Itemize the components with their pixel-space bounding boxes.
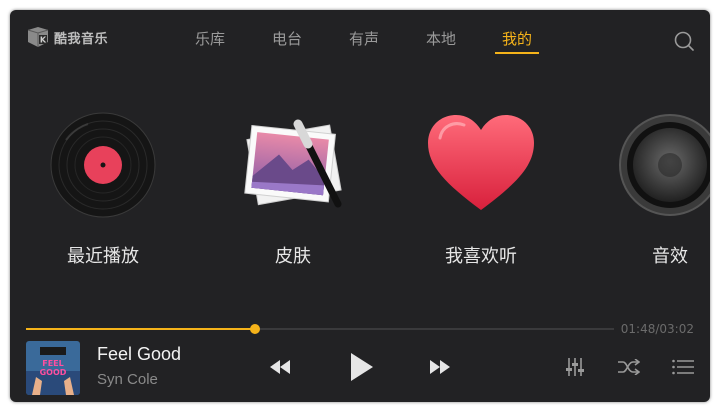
equalizer-icon[interactable] — [565, 358, 585, 376]
tile-label-sound-effects: 音效 — [652, 246, 688, 267]
song-artist: Syn Cole — [97, 371, 158, 388]
next-icon[interactable] — [430, 360, 450, 374]
tab-library[interactable]: 乐库 — [187, 28, 233, 49]
playback-time: 01:48/03:02 — [620, 322, 694, 336]
tab-local[interactable]: 本地 — [418, 28, 464, 49]
svg-text:GOOD: GOOD — [40, 368, 67, 377]
heart-icon — [428, 115, 534, 210]
shuffle-icon[interactable] — [618, 359, 640, 375]
app-window: K 酷我音乐 乐库 电台 有声 本地 我的 最近播放 皮肤 我喜欢听 音效 01… — [10, 10, 710, 402]
tile-sound-effects[interactable]: 音效 — [595, 110, 710, 268]
skin-photo-brush-icon — [244, 119, 342, 208]
top-nav-tabs: 乐库 电台 有声 本地 我的 — [10, 28, 710, 58]
playlist-icon[interactable] — [672, 359, 694, 375]
tile-favorites[interactable]: 我喜欢听 — [406, 110, 556, 268]
vinyl-record-icon — [50, 112, 156, 218]
song-title: Feel Good — [97, 344, 182, 364]
svg-text:FEEL: FEEL — [42, 359, 64, 368]
tile-label-skin: 皮肤 — [275, 246, 311, 267]
tile-label-recent: 最近播放 — [67, 246, 139, 267]
tile-recent-plays[interactable]: 最近播放 — [28, 110, 178, 268]
progress-thumb[interactable] — [250, 324, 261, 334]
playback-progress-bar[interactable] — [26, 324, 614, 334]
play-icon[interactable] — [351, 353, 373, 381]
tile-label-favorites: 我喜欢听 — [445, 246, 517, 267]
speaker-icon — [619, 114, 710, 216]
tab-audiobook[interactable]: 有声 — [341, 28, 387, 49]
search-icon[interactable] — [674, 31, 694, 51]
active-tab-indicator — [495, 52, 539, 54]
tab-radio[interactable]: 电台 — [264, 28, 310, 49]
tile-skin[interactable]: 皮肤 — [218, 110, 368, 268]
tab-mine[interactable]: 我的 — [494, 28, 540, 49]
previous-icon[interactable] — [270, 360, 290, 374]
progress-fill — [26, 328, 256, 330]
album-art[interactable]: FEEL GOOD — [26, 341, 80, 395]
